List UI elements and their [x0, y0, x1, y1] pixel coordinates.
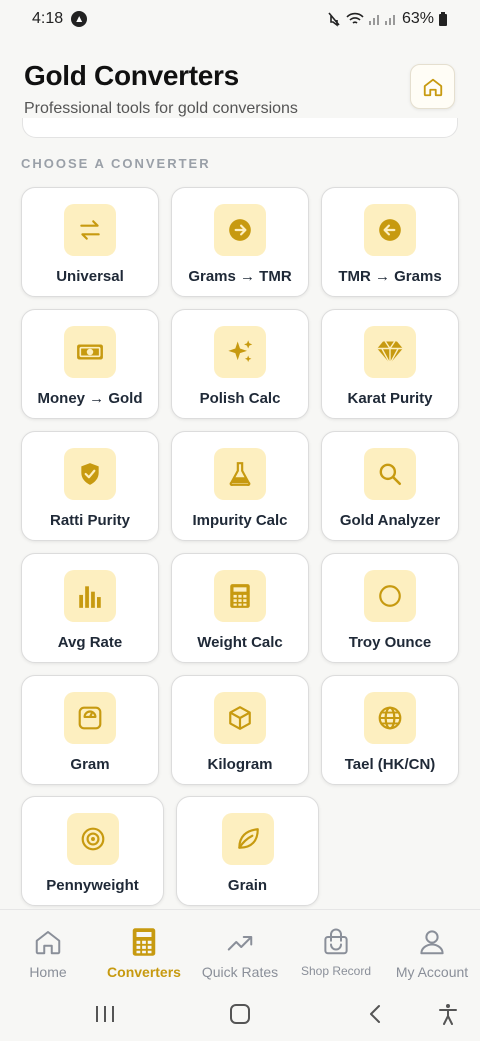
magnifier-icon: [364, 448, 416, 500]
user-icon: [417, 926, 447, 958]
battery-icon: [439, 12, 447, 26]
scale-icon: [64, 692, 116, 744]
converter-kilogram[interactable]: Kilogram: [171, 675, 309, 785]
arrow-left-circle-icon: [364, 204, 416, 256]
trending-up-icon: [225, 926, 255, 958]
page-subtitle: Professional tools for gold conversions: [24, 100, 298, 117]
recent-apps-button[interactable]: [90, 999, 120, 1029]
converter-universal[interactable]: Universal: [21, 187, 159, 297]
wifi-icon: [346, 12, 364, 24]
home-icon: [423, 78, 442, 96]
converter-label: Impurity Calc: [192, 512, 288, 529]
converter-label: Kilogram: [207, 756, 273, 773]
recent-apps-icon: [96, 1006, 114, 1022]
battery-text: 63%: [401, 10, 434, 27]
converter-label: Troy Ounce: [348, 634, 432, 651]
converter-karat-purity[interactable]: Karat Purity: [321, 309, 459, 419]
nav-label: My Account: [395, 964, 469, 980]
banknote-icon: [64, 326, 116, 378]
flask-icon: [214, 448, 266, 500]
bar-chart-icon: [64, 570, 116, 622]
converter-label: Gold Analyzer: [339, 512, 441, 529]
status-time: 4:18: [32, 10, 64, 27]
back-button[interactable]: [360, 999, 390, 1029]
converter-label: TMR → Grams: [338, 268, 442, 285]
status-bar: 4:18 ▲ 63%: [0, 0, 480, 38]
shopping-bag-icon: [321, 926, 351, 958]
nav-label: Shop Record: [300, 964, 372, 978]
globe-icon: [364, 692, 416, 744]
converter-label: Avg Rate: [57, 634, 123, 651]
nav-home[interactable]: Home: [0, 910, 96, 988]
converter-tael[interactable]: Tael (HK/CN): [321, 675, 459, 785]
home-button[interactable]: [410, 64, 455, 109]
nav-label: Converters: [107, 964, 181, 980]
converter-grain[interactable]: Grain: [176, 796, 319, 906]
converter-impurity-calc[interactable]: Impurity Calc: [171, 431, 309, 541]
converter-label: Money → Gold: [37, 390, 143, 407]
converter-weight-calc[interactable]: Weight Calc: [171, 553, 309, 663]
converter-tmr-to-grams[interactable]: TMR → Grams: [321, 187, 459, 297]
nav-quick-rates[interactable]: Quick Rates: [192, 910, 288, 988]
converter-label: Polish Calc: [199, 390, 281, 407]
home-icon: [33, 926, 63, 958]
converter-money-to-gold[interactable]: Money → Gold: [21, 309, 159, 419]
nav-my-account[interactable]: My Account: [384, 910, 480, 988]
calculator-icon: [214, 570, 266, 622]
system-nav-bar: [0, 987, 480, 1041]
converter-label: Weight Calc: [197, 634, 283, 651]
converter-label: Ratti Purity: [49, 512, 130, 529]
nav-shop-record[interactable]: Shop Record: [288, 910, 384, 988]
summary-card: [22, 118, 458, 138]
bottom-nav: Home Converters Quick Rates Shop Record …: [0, 909, 480, 987]
mute-icon: [328, 12, 340, 27]
converter-polish-calc[interactable]: Polish Calc: [171, 309, 309, 419]
converter-label: Grain: [227, 877, 268, 894]
calculator-icon: [131, 926, 157, 958]
circle-icon: [364, 570, 416, 622]
system-home-button[interactable]: [225, 999, 255, 1029]
accessibility-button[interactable]: [433, 999, 463, 1029]
converter-label: Gram: [70, 756, 110, 773]
nav-label: Quick Rates: [201, 964, 279, 980]
converter-label: Tael (HK/CN): [344, 756, 436, 773]
box-icon: [214, 692, 266, 744]
gem-icon: [364, 326, 416, 378]
converter-label: Grams → TMR: [188, 268, 292, 285]
converter-label: Pennyweight: [46, 877, 139, 894]
converter-avg-rate[interactable]: Avg Rate: [21, 553, 159, 663]
converter-ratti-purity[interactable]: Ratti Purity: [21, 431, 159, 541]
converter-label: Universal: [56, 268, 124, 285]
converter-gram[interactable]: Gram: [21, 675, 159, 785]
leaf-icon: [221, 813, 274, 865]
system-home-icon: [230, 1004, 250, 1024]
notification-icon: ▲: [71, 11, 88, 27]
target-icon: [66, 813, 119, 865]
shield-check-icon: [64, 448, 116, 500]
section-label: CHOOSE A CONVERTER: [21, 156, 211, 171]
page-header: Gold Converters Professional tools for g…: [24, 60, 298, 118]
signal-icon: [368, 15, 395, 25]
converter-label: Karat Purity: [347, 390, 433, 407]
converter-troy-ounce[interactable]: Troy Ounce: [321, 553, 459, 663]
nav-label: Home: [29, 964, 67, 980]
converter-pennyweight[interactable]: Pennyweight: [21, 796, 164, 906]
arrow-right-circle-icon: [214, 204, 266, 256]
converter-grams-to-tmr[interactable]: Grams → TMR: [171, 187, 309, 297]
accessibility-icon: [439, 1004, 457, 1025]
swap-arrows-icon: [64, 204, 116, 256]
back-icon: [370, 1005, 380, 1023]
nav-converters[interactable]: Converters: [96, 910, 192, 988]
converter-gold-analyzer[interactable]: Gold Analyzer: [321, 431, 459, 541]
page-title: Gold Converters: [24, 60, 239, 91]
sparkles-icon: [214, 326, 266, 378]
